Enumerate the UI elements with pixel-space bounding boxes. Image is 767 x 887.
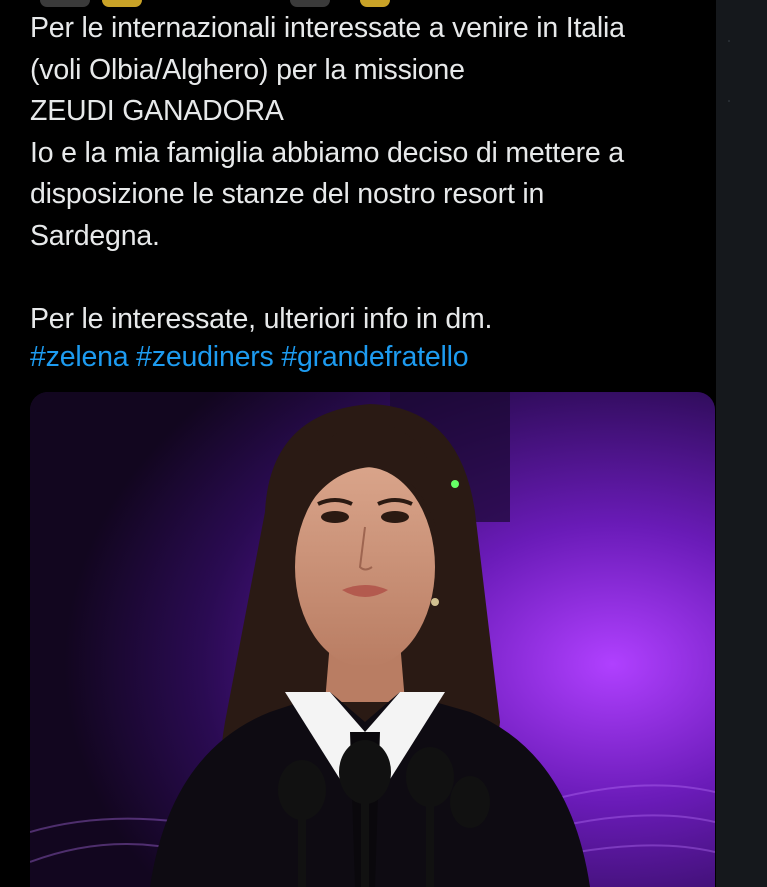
faded-glyph: · bbox=[726, 90, 732, 110]
hashtag-link[interactable]: #zeudiners bbox=[136, 341, 274, 373]
hashtag-row: #zelena #zeudiners #grandefratello bbox=[30, 337, 720, 379]
faded-glyph: · bbox=[726, 30, 732, 50]
tweet-body: Per le internazionali interessate a veni… bbox=[30, 8, 720, 340]
tweet-line: Sardegna. bbox=[30, 219, 160, 252]
tweet-line: (voli Olbia/Alghero) per la missione bbox=[30, 53, 465, 86]
tweet-media-image[interactable] bbox=[30, 392, 715, 887]
tweet-line: disposizione le stanze del nostro resort… bbox=[30, 178, 545, 210]
hashtag-link[interactable]: #grandefratello bbox=[281, 341, 468, 373]
tweet-line: Per le interessate, ulteriori info in dm… bbox=[30, 302, 493, 335]
hashtag-link[interactable]: #zelena bbox=[30, 341, 129, 373]
tweet-line: Io e la mia famiglia abbiamo deciso di m… bbox=[30, 136, 624, 169]
tweet-line: ZEUDI GANADORA bbox=[30, 95, 284, 127]
adjacent-panel-strip: · · bbox=[716, 0, 767, 887]
tweet-line: Per le internazionali interessate a veni… bbox=[30, 12, 625, 44]
woman-at-podium-photo bbox=[30, 392, 715, 887]
